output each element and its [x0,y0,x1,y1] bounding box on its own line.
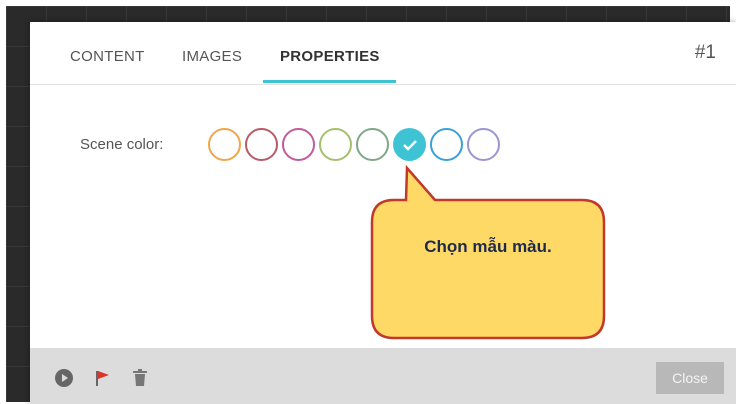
scene-color-label: Scene color: [80,136,164,153]
color-swatch[interactable] [282,128,315,161]
scene-number: #1 [694,42,716,63]
color-swatch[interactable] [467,128,500,161]
active-tab-indicator [263,80,396,83]
color-swatch[interactable] [430,128,463,161]
flag-icon[interactable] [92,368,112,388]
tab-properties[interactable]: PROPERTIES [280,48,380,65]
color-swatch[interactable] [319,128,352,161]
color-swatch[interactable] [393,128,426,161]
tab-bar: CONTENT IMAGES PROPERTIES [30,22,736,85]
dialog-footer: Close [30,348,736,404]
tab-images[interactable]: IMAGES [182,48,242,65]
trash-icon[interactable] [130,368,150,388]
color-swatch[interactable] [208,128,241,161]
color-swatch[interactable] [356,128,389,161]
checkmark-icon [403,140,417,151]
callout-text: Chọn mẫu màu. [424,237,552,256]
play-icon[interactable] [54,368,74,388]
color-swatch[interactable] [245,128,278,161]
tab-content[interactable]: CONTENT [70,48,145,65]
close-button[interactable]: Close [656,362,724,394]
scene-properties-dialog: CONTENT IMAGES PROPERTIES #1 Scene color… [30,22,736,404]
